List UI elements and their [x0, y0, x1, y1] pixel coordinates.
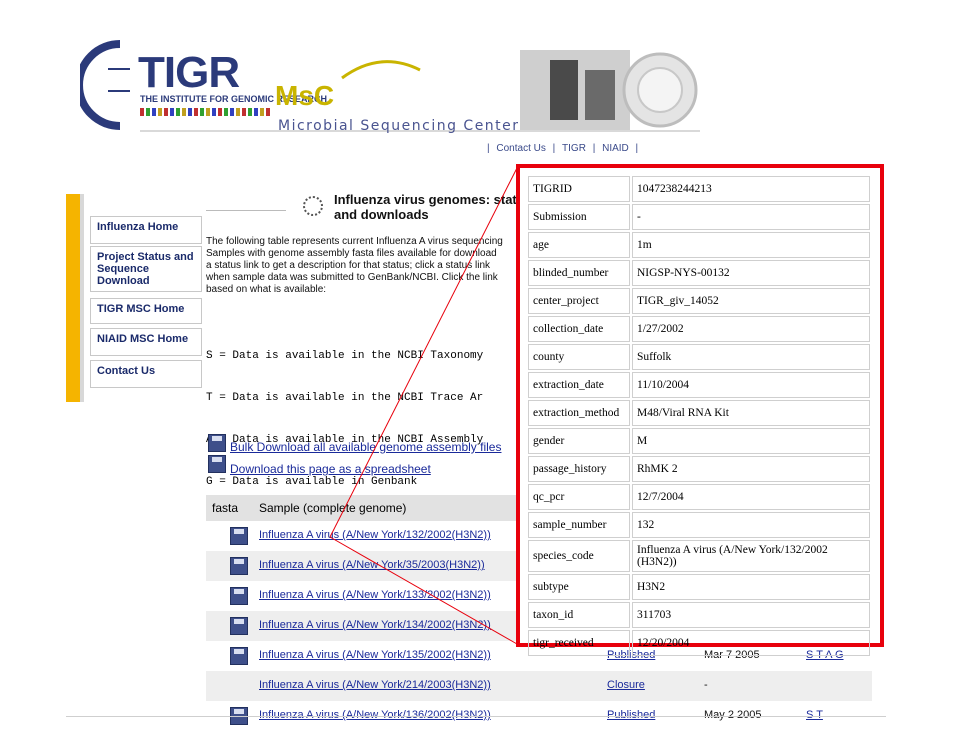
detail-row: tigr_received 12/20/2004	[528, 630, 870, 656]
detail-row: qc_pcr 12/7/2004	[528, 484, 870, 510]
detail-value: 1/27/2002	[632, 316, 870, 342]
detail-key: TIGRID	[528, 176, 630, 202]
detail-key: extraction_date	[528, 372, 630, 398]
detail-key: extraction_method	[528, 400, 630, 426]
detail-row: taxon_id 311703	[528, 602, 870, 628]
detail-value: 311703	[632, 602, 870, 628]
detail-row: collection_date 1/27/2002	[528, 316, 870, 342]
detail-value: M	[632, 428, 870, 454]
detail-row: extraction_date 11/10/2004	[528, 372, 870, 398]
detail-key: passage_history	[528, 456, 630, 482]
detail-key: county	[528, 344, 630, 370]
detail-value: 132	[632, 512, 870, 538]
detail-value: TIGR_giv_14052	[632, 288, 870, 314]
detail-key: gender	[528, 428, 630, 454]
detail-value: NIGSP-NYS-00132	[632, 260, 870, 286]
detail-key: species_code	[528, 540, 630, 572]
detail-row: center_project TIGR_giv_14052	[528, 288, 870, 314]
detail-row: TIGRID 1047238244213	[528, 176, 870, 202]
callout-line-top	[329, 167, 518, 538]
detail-row: subtype H3N2	[528, 574, 870, 600]
detail-key: qc_pcr	[528, 484, 630, 510]
detail-value: 1m	[632, 232, 870, 258]
detail-value: -	[632, 204, 870, 230]
detail-value: 11/10/2004	[632, 372, 870, 398]
detail-key: collection_date	[528, 316, 630, 342]
detail-value: Suffolk	[632, 344, 870, 370]
detail-key: Submission	[528, 204, 630, 230]
detail-value: 12/7/2004	[632, 484, 870, 510]
detail-value: 12/20/2004	[632, 630, 870, 656]
detail-key: age	[528, 232, 630, 258]
sample-detail-table: TIGRID 1047238244213 Submission - age 1m blind…	[526, 174, 872, 658]
sample-detail-popup: TIGRID 1047238244213 Submission - age 1m blind…	[516, 164, 884, 656]
detail-row: county Suffolk	[528, 344, 870, 370]
detail-value: Influenza A virus (A/New York/132/2002 (…	[632, 540, 870, 572]
detail-row: extraction_method M48/Viral RNA Kit	[528, 400, 870, 426]
detail-key: blinded_number	[528, 260, 630, 286]
detail-value: RhMK 2	[632, 456, 870, 482]
callout-line-bottom	[329, 536, 518, 645]
detail-value: 1047238244213	[632, 176, 870, 202]
detail-row: blinded_number NIGSP-NYS-00132	[528, 260, 870, 286]
detail-value: M48/Viral RNA Kit	[632, 400, 870, 426]
detail-row: age 1m	[528, 232, 870, 258]
detail-key: center_project	[528, 288, 630, 314]
detail-key: taxon_id	[528, 602, 630, 628]
detail-key: tigr_received	[528, 630, 630, 656]
detail-key: subtype	[528, 574, 630, 600]
detail-row: sample_number 132	[528, 512, 870, 538]
detail-row: species_code Influenza A virus (A/New Yor…	[528, 540, 870, 572]
detail-key: sample_number	[528, 512, 630, 538]
detail-row: gender M	[528, 428, 870, 454]
detail-value: H3N2	[632, 574, 870, 600]
detail-row: Submission -	[528, 204, 870, 230]
detail-row: passage_history RhMK 2	[528, 456, 870, 482]
